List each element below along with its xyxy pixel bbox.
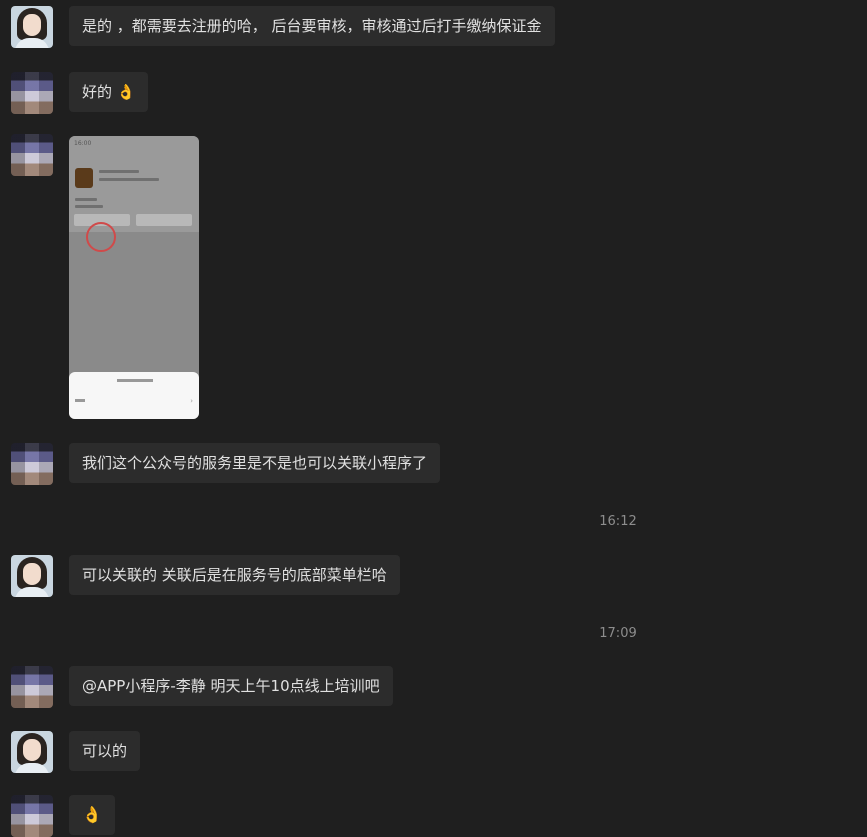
user-avatar[interactable]: [11, 731, 53, 773]
screenshot-status-time: 16:00: [74, 140, 92, 147]
user-avatar[interactable]: [11, 555, 53, 597]
timestamp: 16:12: [599, 514, 637, 529]
contact-avatar[interactable]: [11, 72, 53, 114]
contact-avatar[interactable]: [11, 666, 53, 708]
message-bubble[interactable]: 可以关联的 关联后是在服务号的底部菜单栏哈: [69, 555, 400, 595]
annotation-circle-icon: [86, 222, 116, 252]
message-bubble[interactable]: 可以的: [69, 731, 141, 771]
user-avatar[interactable]: [11, 6, 53, 48]
message-bubble[interactable]: 👌: [69, 795, 115, 835]
contact-avatar[interactable]: [11, 443, 53, 485]
message-bubble[interactable]: 好的 👌: [69, 72, 149, 112]
message-bubble[interactable]: @APP小程序-李静 明天上午10点线上培训吧: [69, 666, 393, 706]
image-message[interactable]: 16:00 ›: [69, 136, 199, 419]
message-bubble[interactable]: 我们这个公众号的服务里是不是也可以关联小程序了: [69, 443, 441, 483]
contact-avatar[interactable]: [11, 134, 53, 176]
account-logo-icon: [75, 168, 93, 188]
screenshot-bottom-sheet: ›: [69, 372, 199, 419]
contact-avatar[interactable]: [11, 795, 53, 837]
timestamp: 17:09: [599, 626, 637, 641]
message-bubble[interactable]: 是的 ，都需要去注册的哈， 后台要审核，审核通过后打手缴纳保证金: [69, 6, 555, 46]
